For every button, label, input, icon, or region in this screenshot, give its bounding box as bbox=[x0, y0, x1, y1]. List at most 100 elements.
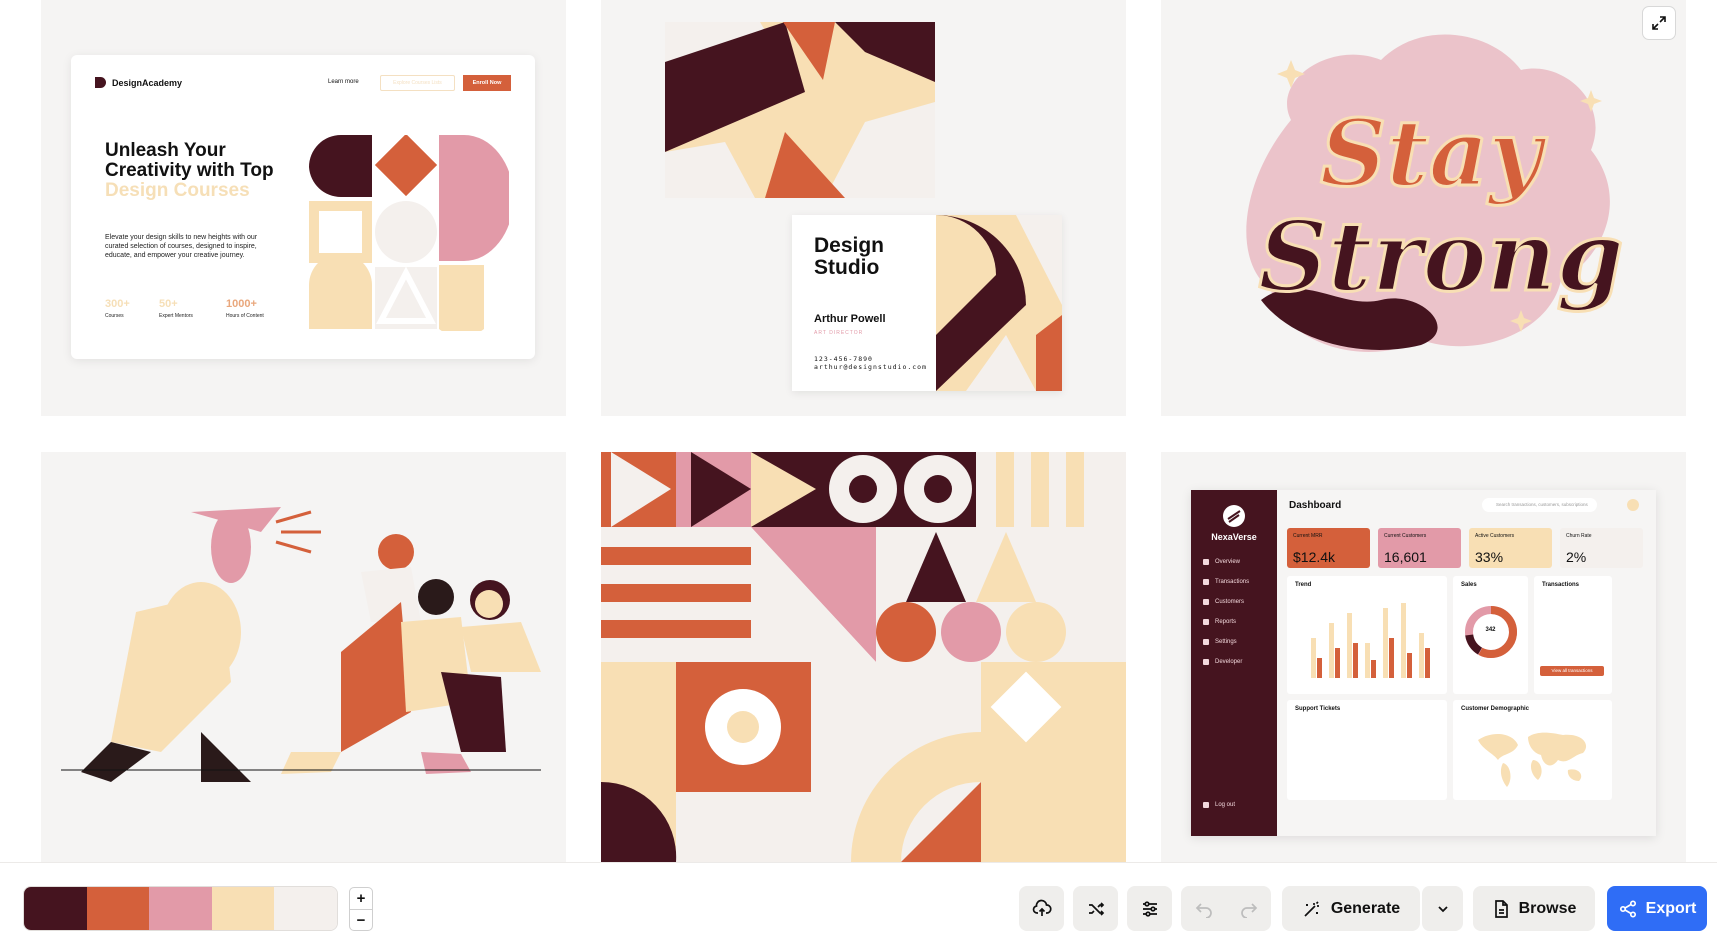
nav-settings: Settings bbox=[1215, 639, 1237, 645]
trend-title: Trend bbox=[1295, 582, 1312, 588]
settings-icon bbox=[1203, 639, 1209, 645]
add-color-button[interactable]: + bbox=[350, 888, 372, 909]
landing-brand: DesignAcademy bbox=[112, 77, 183, 88]
nav-transactions: Transactions bbox=[1215, 579, 1250, 585]
palette-swatch[interactable] bbox=[211, 887, 275, 930]
expand-icon[interactable] bbox=[1642, 6, 1676, 40]
business-card-back bbox=[665, 22, 935, 198]
card-phone: 123-456-7890 bbox=[814, 355, 873, 363]
redo-button[interactable] bbox=[1226, 900, 1271, 918]
landing-nav-link: Learn more bbox=[328, 79, 359, 85]
lettering-illustration: Stay Strong bbox=[1246, 34, 1625, 352]
landing-stat-label: Expert Mentors bbox=[159, 313, 193, 319]
palette-swatch[interactable] bbox=[149, 887, 212, 930]
shuffle-button[interactable] bbox=[1073, 886, 1118, 931]
landing-stat-value: 50+ bbox=[159, 298, 178, 310]
generate-button[interactable]: Generate bbox=[1282, 886, 1420, 931]
transactions-icon bbox=[1203, 579, 1209, 585]
landing-page-mock: DesignAcademy Learn more Explore Courses… bbox=[71, 55, 535, 359]
landing-stat-label: Hours of Content bbox=[226, 313, 264, 319]
world-map bbox=[1478, 732, 1587, 787]
transactions-card: Transactions View all transactions bbox=[1534, 576, 1612, 694]
avatar bbox=[1627, 499, 1639, 511]
landing-stat-value: 1000+ bbox=[226, 298, 257, 310]
logout-icon bbox=[1203, 802, 1209, 808]
transactions-title: Transactions bbox=[1542, 582, 1580, 588]
nav-reports: Reports bbox=[1215, 619, 1237, 625]
kpi-card: Active Customers 33% bbox=[1469, 528, 1552, 568]
dashboard-mock: NexaVerse Overview Transactions Customer… bbox=[1191, 490, 1656, 836]
generate-options-button[interactable] bbox=[1421, 886, 1463, 931]
redo-icon bbox=[1240, 902, 1257, 918]
dashboard-main: Dashboard Search transactions, customers… bbox=[1277, 490, 1656, 836]
generate-label: Generate bbox=[1330, 899, 1401, 917]
landing-ghost-button: Explore Courses Lists bbox=[380, 75, 455, 91]
card-name: Arthur Powell bbox=[814, 313, 886, 325]
magic-wand-icon bbox=[1304, 900, 1319, 917]
undo-icon bbox=[1195, 902, 1212, 918]
trend-bars bbox=[1311, 603, 1430, 678]
geometric-illustration bbox=[309, 135, 509, 331]
export-button[interactable]: Export bbox=[1607, 886, 1707, 931]
landing-stat-label: Courses bbox=[105, 313, 124, 319]
demographic-title: Customer Demographic bbox=[1461, 706, 1530, 712]
history-group bbox=[1181, 886, 1271, 931]
export-label: Export bbox=[1645, 899, 1697, 917]
nav-overview: Overview bbox=[1215, 559, 1241, 565]
geometric-pattern-preview[interactable] bbox=[601, 452, 1126, 862]
kpi-card: Churn Rate 2% bbox=[1560, 528, 1643, 568]
character-illustration bbox=[61, 507, 541, 782]
demographic-card: Customer Demographic bbox=[1453, 700, 1612, 800]
remove-color-button[interactable]: − bbox=[350, 909, 372, 930]
character-illustration-preview[interactable] bbox=[41, 452, 566, 862]
card-email: arthur@designstudio.com bbox=[814, 363, 928, 371]
undo-button[interactable] bbox=[1181, 900, 1226, 918]
dashboard-preview[interactable]: NexaVerse Overview Transactions Customer… bbox=[1161, 452, 1686, 862]
kpi-card: Current Customers 16,601 bbox=[1378, 528, 1461, 568]
shuffle-icon bbox=[1088, 901, 1104, 916]
dashboard-title: Dashboard bbox=[1289, 500, 1342, 511]
trend-card: Trend bbox=[1287, 576, 1447, 694]
reports-icon bbox=[1203, 619, 1209, 625]
landing-page-preview[interactable]: DesignAcademy Learn more Explore Courses… bbox=[41, 0, 566, 416]
customers-icon bbox=[1203, 599, 1209, 605]
overview-icon bbox=[1203, 559, 1209, 565]
tickets-title: Support Tickets bbox=[1295, 706, 1341, 712]
swatch-count-stepper: + − bbox=[349, 887, 373, 931]
landing-cta-button: Enroll Now bbox=[463, 75, 511, 91]
dashboard-sidebar: NexaVerse Overview Transactions Customer… bbox=[1191, 490, 1277, 836]
adjust-button[interactable] bbox=[1127, 886, 1172, 931]
upload-cloud-icon bbox=[1032, 899, 1052, 916]
share-icon bbox=[1619, 899, 1636, 918]
nexaverse-logo-icon bbox=[1223, 505, 1245, 527]
nav-customers: Customers bbox=[1215, 599, 1245, 605]
palette-swatch[interactable] bbox=[24, 887, 87, 930]
sales-center-value: 342 bbox=[1485, 627, 1496, 633]
document-icon bbox=[1494, 899, 1508, 918]
upload-button[interactable] bbox=[1019, 886, 1064, 931]
nav-logout: Log out bbox=[1215, 802, 1236, 808]
color-palette bbox=[23, 886, 338, 931]
sales-card: Sales 342 bbox=[1453, 576, 1528, 694]
lettering-preview[interactable]: Stay Strong bbox=[1161, 0, 1686, 416]
developer-icon bbox=[1203, 659, 1209, 665]
business-card-front: Design Studio Arthur Powell ART DIRECTOR … bbox=[792, 215, 1062, 391]
support-tickets-card: Support Tickets bbox=[1287, 700, 1447, 800]
lettering-line-1: Stay bbox=[1320, 99, 1548, 207]
sales-title: Sales bbox=[1461, 582, 1477, 588]
kpi-card: Current MRR $12.4k bbox=[1287, 528, 1370, 568]
landing-logo: DesignAcademy bbox=[95, 77, 182, 88]
palette-swatch[interactable] bbox=[274, 887, 337, 930]
card-role: ART DIRECTOR bbox=[814, 330, 864, 336]
business-card-preview[interactable]: Design Studio Arthur Powell ART DIRECTOR … bbox=[601, 0, 1126, 416]
chevron-down-icon bbox=[1437, 905, 1448, 912]
dashboard-brand: NexaVerse bbox=[1211, 532, 1257, 542]
card-title: Design Studio bbox=[814, 234, 885, 279]
bottom-toolbar: + − Generate Browse Export bbox=[0, 862, 1717, 950]
brand-mark-icon bbox=[95, 77, 106, 88]
nav-developer: Developer bbox=[1215, 659, 1243, 665]
preview-canvas: DesignAcademy Learn more Explore Courses… bbox=[0, 0, 1717, 862]
browse-button[interactable]: Browse bbox=[1473, 886, 1595, 931]
landing-headline: Unleash Your Creativity with Top Design … bbox=[105, 140, 274, 201]
palette-swatch[interactable] bbox=[86, 887, 150, 930]
